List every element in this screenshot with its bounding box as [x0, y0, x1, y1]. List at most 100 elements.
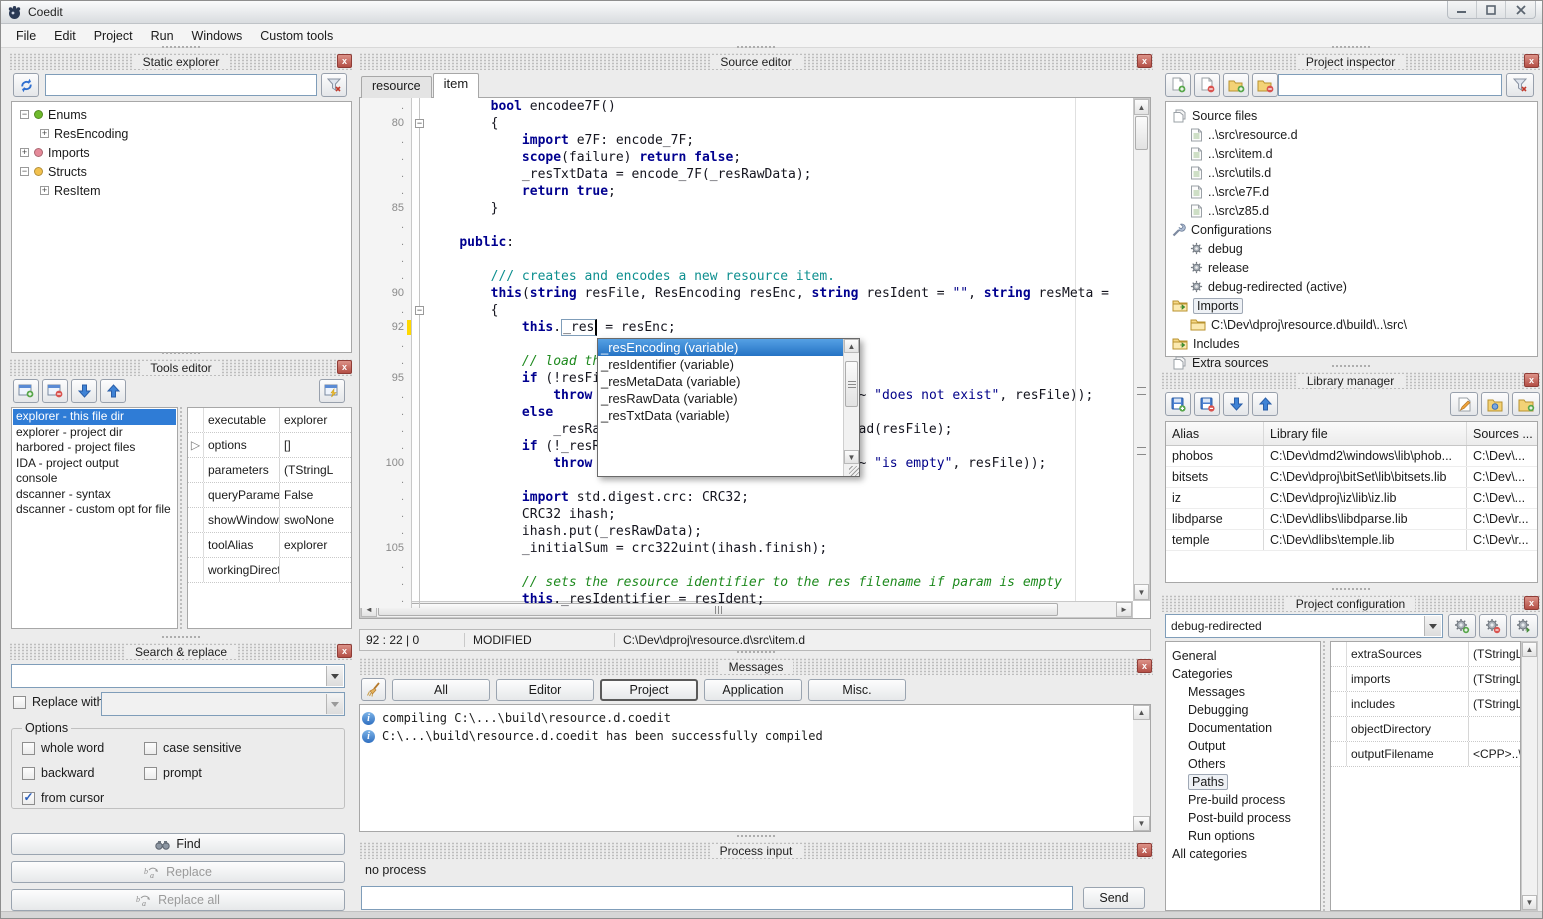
register-project-libs-button[interactable]: [1481, 392, 1509, 416]
fold-margin[interactable]: [412, 472, 428, 489]
tool-list-item[interactable]: dscanner - syntax: [13, 487, 176, 503]
code-line[interactable]: .: [360, 557, 1133, 574]
configuration-splitter[interactable]: [1323, 641, 1328, 911]
fold-margin[interactable]: [412, 319, 428, 336]
move-tool-up-button[interactable]: [100, 379, 126, 403]
config-category[interactable]: General: [1170, 647, 1316, 665]
code-line[interactable]: .− {: [360, 302, 1133, 319]
filter-button-project[interactable]: Project: [600, 679, 698, 701]
completion-popup[interactable]: _resEncoding (variable)_resIdentifier (v…: [597, 338, 860, 477]
config-property-row[interactable]: extraSources(TStringL: [1331, 642, 1520, 667]
filter-button-all[interactable]: All: [392, 679, 490, 701]
tools-splitter[interactable]: [180, 407, 185, 629]
add-library-button[interactable]: [1165, 392, 1191, 416]
menu-item-custom-tools[interactable]: Custom tools: [251, 26, 342, 46]
fold-margin[interactable]: [412, 98, 428, 115]
search-option[interactable]: case sensitive: [144, 741, 334, 755]
clone-configuration-button[interactable]: [1510, 614, 1538, 638]
menu-item-file[interactable]: File: [7, 26, 45, 46]
fold-margin[interactable]: [412, 183, 428, 200]
property-value[interactable]: explorer: [279, 408, 351, 432]
fold-margin[interactable]: [412, 404, 428, 421]
code-line[interactable]: 92 this._res = resEnc;: [360, 319, 1133, 336]
fold-margin[interactable]: [412, 438, 428, 455]
add-library-from-folder-button[interactable]: [1512, 392, 1540, 416]
menu-item-project[interactable]: Project: [85, 26, 142, 46]
config-property-row[interactable]: imports(TStringL: [1331, 667, 1520, 692]
code-line[interactable]: 90 this(string resFile, ResEncoding resE…: [360, 285, 1133, 302]
fold-margin[interactable]: [412, 234, 428, 251]
send-button[interactable]: Send: [1083, 887, 1145, 909]
messages-log[interactable]: icompiling C:\...\build\resource.d.coedi…: [359, 704, 1151, 832]
scroll-down-icon[interactable]: ▼: [1522, 895, 1537, 910]
collapse-icon[interactable]: −: [20, 110, 29, 119]
fold-collapse-icon[interactable]: −: [415, 119, 424, 128]
symbol-tree-item[interactable]: +ResEncoding: [12, 124, 351, 143]
completion-item[interactable]: _resRawData (variable): [598, 390, 843, 407]
menu-item-windows[interactable]: Windows: [183, 26, 252, 46]
library-row[interactable]: templeC:\Dev\dlibs\temple.libC:\Dev\r...: [1166, 530, 1537, 551]
code-line[interactable]: 80− {: [360, 115, 1133, 132]
property-value[interactable]: []: [279, 433, 351, 457]
code-line[interactable]: . import std.digest.crc: CRC32;: [360, 489, 1133, 506]
search-option[interactable]: backward: [22, 766, 140, 780]
tool-property-row[interactable]: queryParametFalse: [188, 483, 351, 508]
search-option-checkbox[interactable]: [22, 742, 35, 755]
inspector-clear-filter-icon[interactable]: [1506, 73, 1534, 97]
tool-property-row[interactable]: workingDirect: [188, 558, 351, 583]
execute-tool-button[interactable]: [319, 379, 345, 403]
panel-grip[interactable]: [162, 46, 200, 48]
config-property-row[interactable]: objectDirectory: [1331, 717, 1520, 742]
add-tool-button[interactable]: [13, 379, 39, 403]
symbol-tree-item[interactable]: +Imports: [12, 143, 351, 162]
panel-grip[interactable]: [1332, 588, 1370, 590]
source-editor-close-icon[interactable]: x: [1137, 54, 1152, 68]
search-option-checkbox[interactable]: [22, 767, 35, 780]
add-configuration-button[interactable]: [1448, 614, 1476, 638]
completion-item[interactable]: _resIdentifier (variable): [598, 356, 843, 373]
property-value[interactable]: explorer: [279, 533, 351, 557]
close-button[interactable]: [1506, 1, 1535, 18]
project-tree-item[interactable]: Extra sources: [1168, 353, 1535, 372]
search-option-checkbox[interactable]: [144, 767, 157, 780]
search-option-checkbox[interactable]: [22, 792, 35, 805]
fold-margin[interactable]: −: [412, 115, 428, 132]
property-value[interactable]: False: [279, 483, 351, 507]
symbol-tree-item[interactable]: −Enums: [12, 105, 351, 124]
project-tree-item[interactable]: ..\src\item.d: [1168, 144, 1535, 163]
property-value[interactable]: swoNone: [279, 508, 351, 532]
remove-tool-button[interactable]: [42, 379, 68, 403]
project-tree-item[interactable]: Configurations: [1168, 220, 1535, 239]
tool-list-item[interactable]: explorer - this file dir: [13, 409, 176, 425]
config-category[interactable]: Documentation: [1170, 719, 1316, 737]
fold-margin[interactable]: [412, 387, 428, 404]
code-line[interactable]: . _resTxtData = encode_7F(_resRawData);: [360, 166, 1133, 183]
fold-margin[interactable]: [412, 506, 428, 523]
config-category[interactable]: Others: [1170, 755, 1316, 773]
scroll-up-icon[interactable]: ▲: [844, 339, 859, 353]
code-line[interactable]: . bool encodee7F(): [360, 98, 1133, 115]
panel-grip[interactable]: [162, 636, 200, 638]
project-tree-item[interactable]: ..\src\resource.d: [1168, 125, 1535, 144]
code-line[interactable]: .: [360, 251, 1133, 268]
add-source-button[interactable]: [1165, 73, 1191, 97]
scroll-up-icon[interactable]: ▲: [1133, 705, 1150, 720]
library-manager-close-icon[interactable]: x: [1524, 373, 1539, 387]
library-row[interactable]: libdparseC:\Dev\dlibs\libdparse.libC:\De…: [1166, 509, 1537, 530]
tool-list-item[interactable]: harbored - project files: [13, 440, 176, 456]
remove-configuration-button[interactable]: [1479, 614, 1507, 638]
panel-grip[interactable]: [1332, 365, 1370, 367]
panel-grip[interactable]: [162, 352, 200, 354]
expand-icon[interactable]: +: [40, 186, 49, 195]
config-category[interactable]: All categories: [1170, 845, 1316, 863]
code-line[interactable]: 105 _initialSum = crc322uint(ihash.finis…: [360, 540, 1133, 557]
config-category[interactable]: Output: [1170, 737, 1316, 755]
fold-margin[interactable]: −: [412, 302, 428, 319]
fold-margin[interactable]: [412, 591, 428, 608]
menu-item-run[interactable]: Run: [142, 26, 183, 46]
scroll-down-icon[interactable]: ▼: [1134, 584, 1149, 600]
symbol-filter-input[interactable]: [45, 74, 317, 96]
project-tree-item[interactable]: C:\Dev\dproj\resource.d\build\..\src\: [1168, 315, 1535, 334]
config-category[interactable]: Debugging: [1170, 701, 1316, 719]
move-tool-down-button[interactable]: [71, 379, 97, 403]
